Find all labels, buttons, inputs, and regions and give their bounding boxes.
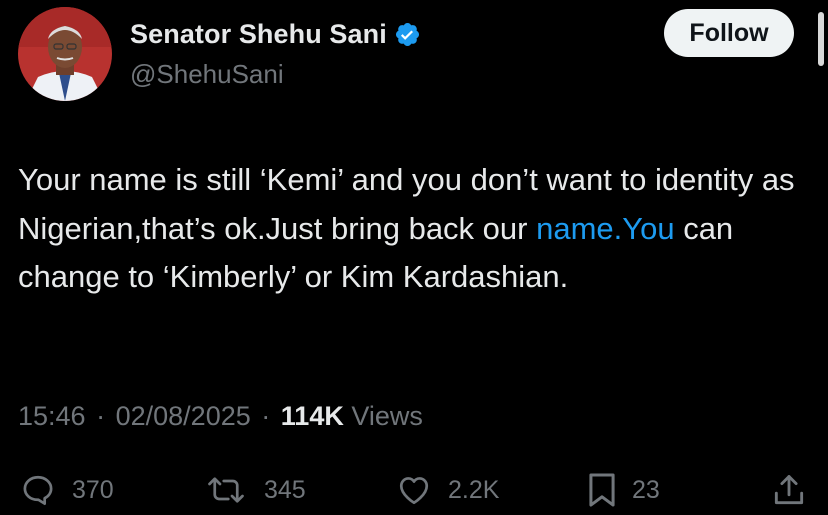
bookmark-count: 23: [632, 475, 660, 504]
tweet-time[interactable]: 15:46: [18, 401, 86, 431]
tweet-text: Your name is still ‘Kemi’ and you don’t …: [18, 156, 808, 302]
author-display-name[interactable]: Senator Shehu Sani: [130, 19, 387, 50]
verified-badge-icon: [394, 21, 421, 48]
bookmark-icon: [586, 471, 618, 509]
author-handle[interactable]: @ShehuSani: [130, 59, 284, 90]
repost-button[interactable]: 345: [202, 470, 306, 510]
bookmark-button[interactable]: 23: [586, 470, 660, 510]
like-icon: [394, 472, 434, 508]
meta-separator-2: ·: [261, 401, 271, 431]
reply-count: 370: [72, 475, 114, 504]
meta-separator: ·: [96, 401, 106, 431]
like-count: 2.2K: [448, 475, 500, 504]
reply-button[interactable]: 370: [18, 470, 114, 510]
scrollbar[interactable]: [818, 12, 824, 66]
author-avatar[interactable]: [18, 7, 112, 101]
repost-icon: [202, 472, 250, 508]
tweet-meta: 15:46 · 02/08/2025 · 114K Views: [18, 401, 423, 432]
reply-icon: [18, 472, 58, 508]
views-count: 114K: [280, 401, 344, 431]
views-label: Views: [351, 401, 423, 431]
share-icon: [770, 471, 808, 509]
repost-count: 345: [264, 475, 306, 504]
tweet-link[interactable]: name.You: [536, 211, 674, 246]
author-name-row: Senator Shehu Sani: [130, 17, 421, 51]
like-button[interactable]: 2.2K: [394, 470, 499, 510]
follow-button[interactable]: Follow: [664, 9, 794, 57]
tweet-date[interactable]: 02/08/2025: [116, 401, 251, 431]
share-button[interactable]: [770, 470, 808, 510]
tweet-actions: 370 345 2.2K 23: [0, 470, 828, 510]
